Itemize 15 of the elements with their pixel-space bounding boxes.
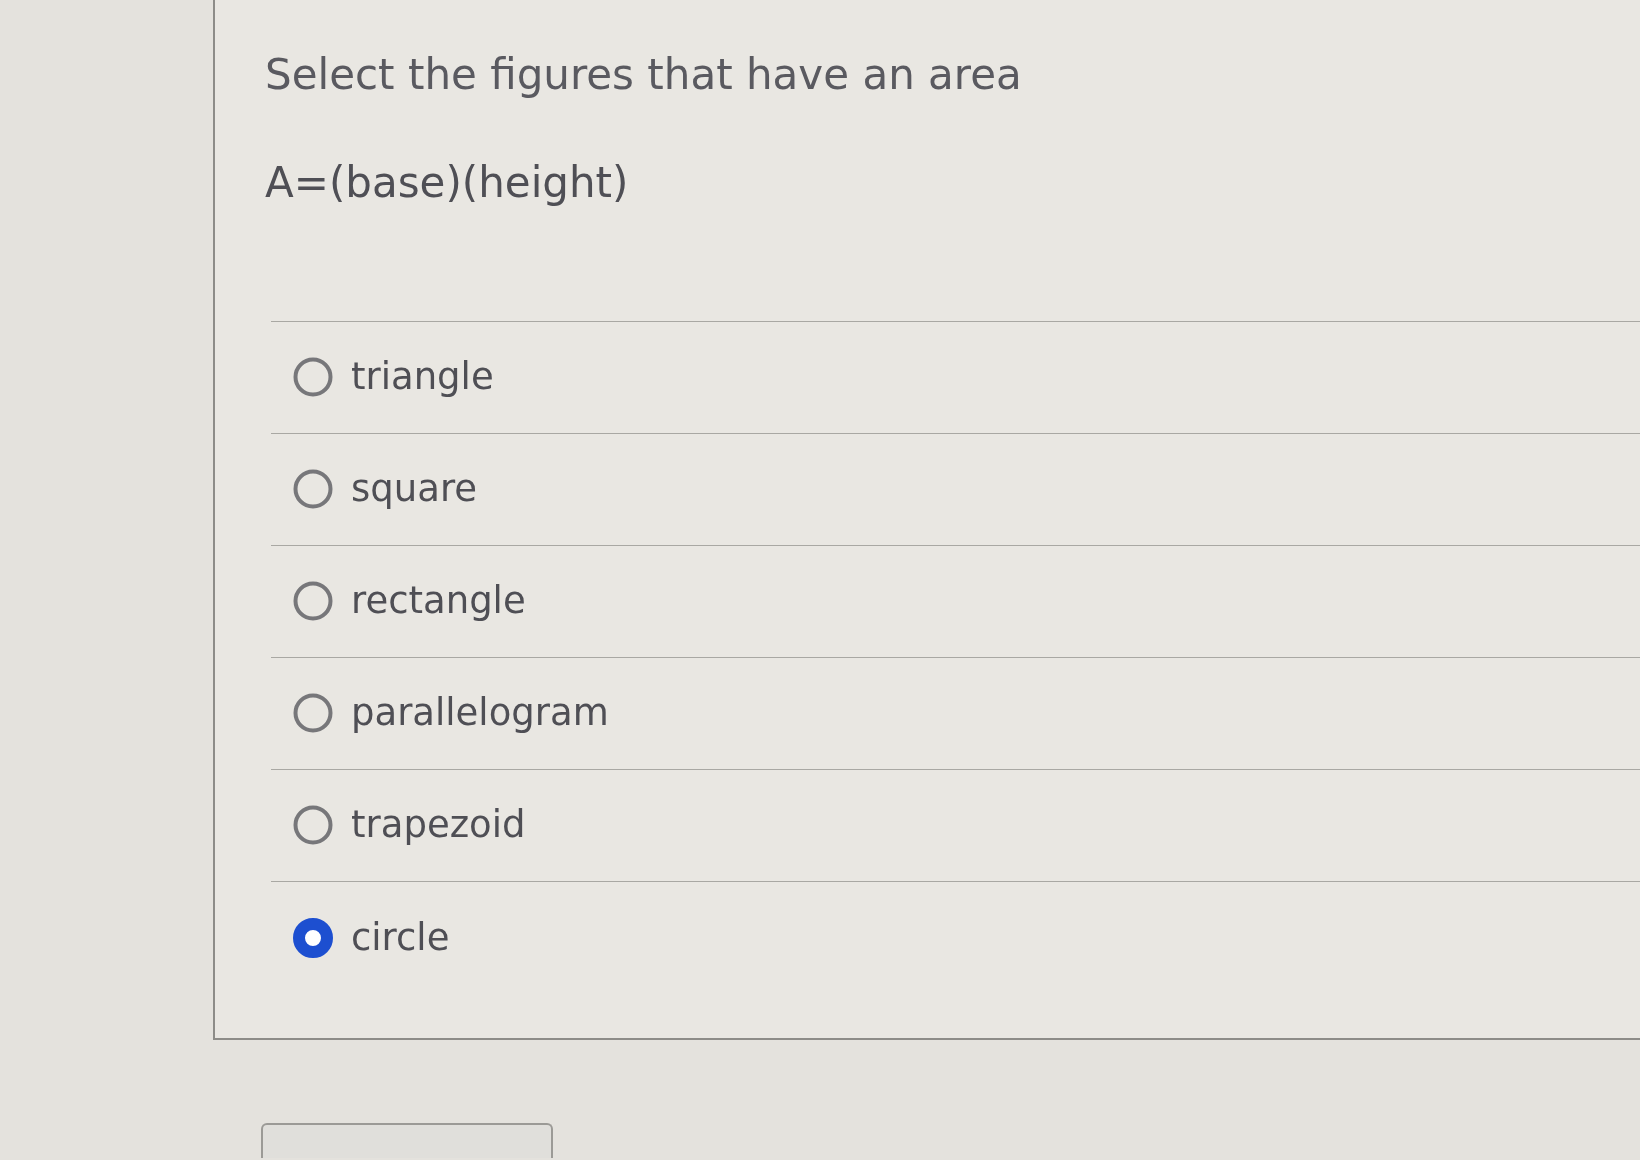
option-label[interactable]: triangle <box>351 355 494 400</box>
area-formula: A=(base)(height) <box>265 158 629 209</box>
navigation-button[interactable] <box>261 1123 553 1158</box>
option-label[interactable]: square <box>351 467 478 512</box>
option-label[interactable]: circle <box>351 915 450 960</box>
option-label[interactable]: parallelogram <box>351 691 609 736</box>
radio-button[interactable] <box>293 357 333 398</box>
radio-button[interactable] <box>293 693 333 734</box>
option-label[interactable]: trapezoid <box>351 803 526 848</box>
radio-button[interactable] <box>293 469 333 510</box>
radio-button[interactable] <box>293 581 333 622</box>
question-prompt: Select the figures that have an area <box>265 50 1022 101</box>
option-label[interactable]: rectangle <box>351 579 526 624</box>
radio-button[interactable] <box>293 917 333 958</box>
radio-button[interactable] <box>293 805 333 846</box>
